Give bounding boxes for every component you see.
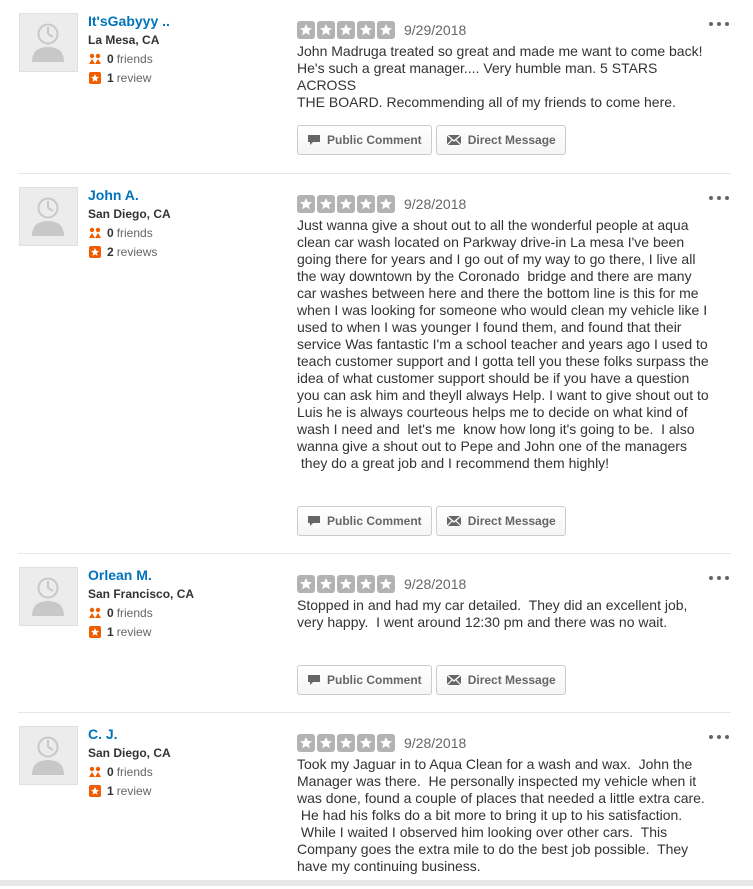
star-icon [317,734,335,752]
avatar[interactable] [19,13,78,72]
friend-count: 0 friends [88,51,170,67]
user-location: San Diego, CA [88,207,171,221]
friends-icon [89,227,101,238]
user-name-link[interactable]: John A. [88,186,171,204]
review-text: Stopped in and had my car detailed. They… [297,597,688,630]
user-info: It'sGabyyy .. La Mesa, CA 0 friends 1 revi… [88,13,170,86]
more-options-icon[interactable] [709,574,729,582]
review-date: 9/29/2018 [404,22,467,38]
friend-count: 0 friends [88,605,194,621]
avatar[interactable] [19,187,78,246]
star-icon [297,21,315,39]
user-location: San Diego, CA [88,746,171,760]
review-count: 1 review [88,783,171,799]
star-icon [357,21,375,39]
star-icon [377,195,395,213]
public-comment-button[interactable]: Public Comment [297,506,432,536]
envelope-icon [446,515,462,527]
review-text: John Madruga treated so great and made m… [297,43,703,110]
review-content: 9/29/2018 John Madruga treated so great … [297,20,717,111]
star-icon [337,575,355,593]
more-options-icon[interactable] [709,733,729,741]
friend-count: 0 friends [88,225,171,241]
comment-icon [308,135,320,145]
star-rating: 9/28/2018 [297,574,717,594]
star-icon [377,734,395,752]
user-name-link[interactable]: Orlean M. [88,566,194,584]
review-star-icon [89,246,101,258]
star-icon [297,575,315,593]
review-content: 9/28/2018 Just wanna give a shout out to… [297,194,717,472]
star-icon [337,21,355,39]
envelope-icon [446,134,462,146]
public-comment-button[interactable]: Public Comment [297,125,432,155]
envelope-icon [446,674,462,686]
friends-icon [89,766,101,777]
public-comment-button[interactable]: Public Comment [297,665,432,695]
review-text: Just wanna give a shout out to all the w… [297,217,709,471]
comment-icon [308,675,320,685]
default-user-icon [32,197,64,236]
review-actions: Public Comment Direct Message [297,506,566,536]
review-item: C. J. San Diego, CA 0 friends 1 review 9/2… [18,713,731,889]
star-icon [317,195,335,213]
star-icon [377,575,395,593]
review-count: 2 reviews [88,244,171,260]
star-rating: 9/28/2018 [297,733,717,753]
review-star-icon [89,72,101,84]
review-count: 1 review [88,70,170,86]
direct-message-button[interactable]: Direct Message [435,506,566,536]
user-location: San Francisco, CA [88,587,195,601]
avatar[interactable] [19,726,78,785]
user-info: Orlean M. San Francisco, CA 0 friends 1 re… [88,567,194,640]
review-date: 9/28/2018 [404,196,467,212]
review-actions: Public Comment Direct Message [297,125,566,155]
star-icon [297,195,315,213]
direct-message-button[interactable]: Direct Message [435,665,566,695]
direct-message-button[interactable]: Direct Message [435,125,566,155]
review-date: 9/28/2018 [404,735,467,751]
default-user-icon [32,577,64,616]
review-star-icon [89,626,101,638]
user-info: C. J. San Diego, CA 0 friends 1 review [88,726,171,799]
more-options-icon[interactable] [709,20,729,28]
more-options-icon[interactable] [709,194,729,202]
review-item: It'sGabyyy .. La Mesa, CA 0 friends 1 revi… [18,0,731,174]
avatar[interactable] [19,567,78,626]
friends-icon [89,607,101,618]
user-info: John A. San Diego, CA 0 friends 2 reviews [88,187,171,260]
default-user-icon [32,23,64,62]
star-rating: 9/29/2018 [297,20,717,40]
friend-count: 0 friends [88,764,171,780]
review-content: 9/28/2018 Stopped in and had my car deta… [297,574,717,631]
star-icon [377,21,395,39]
review-date: 9/28/2018 [404,576,467,592]
review-item: John A. San Diego, CA 0 friends 2 reviews … [18,174,731,554]
star-icon [357,734,375,752]
review-actions: Public Comment Direct Message [297,665,566,695]
default-user-icon [32,736,64,775]
review-item: Orlean M. San Francisco, CA 0 friends 1 re… [18,554,731,713]
star-icon [297,734,315,752]
user-location: La Mesa, CA [88,33,160,47]
star-icon [337,195,355,213]
star-icon [357,575,375,593]
friends-icon [89,53,101,64]
star-icon [337,734,355,752]
review-text: Took my Jaguar in to Aqua Clean for a wa… [297,756,705,874]
user-name-link[interactable]: It'sGabyyy .. [88,12,170,30]
star-rating: 9/28/2018 [297,194,717,214]
page-bottom-edge [0,880,753,886]
review-content: 9/28/2018 Took my Jaguar in to Aqua Clea… [297,733,717,875]
star-icon [317,575,335,593]
review-star-icon [89,785,101,797]
star-icon [317,21,335,39]
user-name-link[interactable]: C. J. [88,725,171,743]
review-count: 1 review [88,624,194,640]
star-icon [357,195,375,213]
comment-icon [308,516,320,526]
